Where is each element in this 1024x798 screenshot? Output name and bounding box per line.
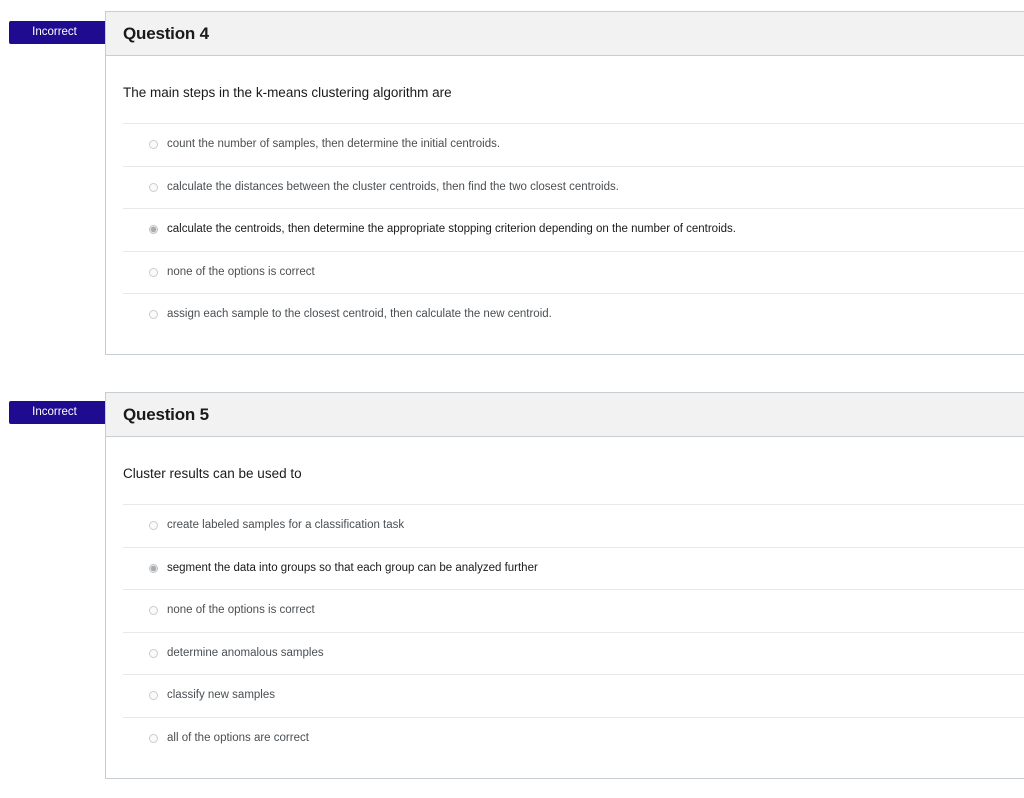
question-5-card: Question 5 Cluster results can be used t… [105,392,1024,779]
answer-label: assign each sample to the closest centro… [167,308,552,321]
radio-unchecked-icon[interactable] [149,733,158,743]
answer-option[interactable]: assign each sample to the closest centro… [123,293,1024,336]
answer-option-selected[interactable]: calculate the centroids, then determine … [123,208,1024,251]
answer-option[interactable]: calculate the distances between the clus… [123,165,1024,209]
radio-unchecked-icon[interactable] [149,267,158,277]
radio-unchecked-icon[interactable] [149,140,158,149]
question-title: Question 5 [123,405,209,424]
radio-unchecked-icon[interactable] [149,648,158,658]
question-prompt: The main steps in the k-means clustering… [123,85,452,100]
radio-unchecked-icon[interactable] [149,182,158,192]
radio-checked-icon[interactable] [149,225,158,235]
question-header: Question 4 [106,12,1024,56]
answer-label: classify new samples [167,689,276,702]
question-prompt: Cluster results can be used to [123,466,302,481]
answer-option[interactable]: none of the options is correct [123,589,1024,632]
answer-label: none of the options is correct [167,604,315,617]
incorrect-status-badge: Incorrect [9,401,118,424]
radio-unchecked-icon[interactable] [149,606,158,616]
answer-label: count the number of samples, then determ… [167,138,501,150]
answer-option[interactable]: determine anomalous samples [123,631,1024,675]
answer-label: segment the data into groups so that eac… [167,561,538,574]
question-4-card: Question 4 The main steps in the k-means… [105,11,1024,355]
radio-unchecked-icon[interactable] [149,521,158,530]
answer-label: create labeled samples for a classificat… [167,519,405,531]
answer-list: count the number of samples, then determ… [123,123,1024,336]
answer-label: all of the options are correct [167,731,309,744]
answer-option[interactable]: none of the options is correct [123,250,1024,294]
answer-label: determine anomalous samples [167,646,324,659]
answer-option-selected[interactable]: segment the data into groups so that eac… [123,546,1024,590]
radio-unchecked-icon[interactable] [149,691,158,701]
radio-unchecked-icon[interactable] [149,310,158,320]
incorrect-status-badge: Incorrect [9,21,118,44]
answer-option[interactable]: all of the options are correct [123,716,1024,760]
question-header: Question 5 [106,393,1024,437]
answer-label: none of the options is correct [167,265,315,278]
question-title: Question 4 [123,24,209,43]
answer-option[interactable]: classify new samples [123,674,1024,717]
answer-label: calculate the centroids, then determine … [167,223,736,236]
answer-label: calculate the distances between the clus… [167,180,619,193]
answer-list: create labeled samples for a classificat… [123,504,1024,760]
answer-option[interactable]: count the number of samples, then determ… [123,123,1024,166]
answer-option[interactable]: create labeled samples for a classificat… [123,504,1024,547]
radio-checked-icon[interactable] [149,563,158,573]
